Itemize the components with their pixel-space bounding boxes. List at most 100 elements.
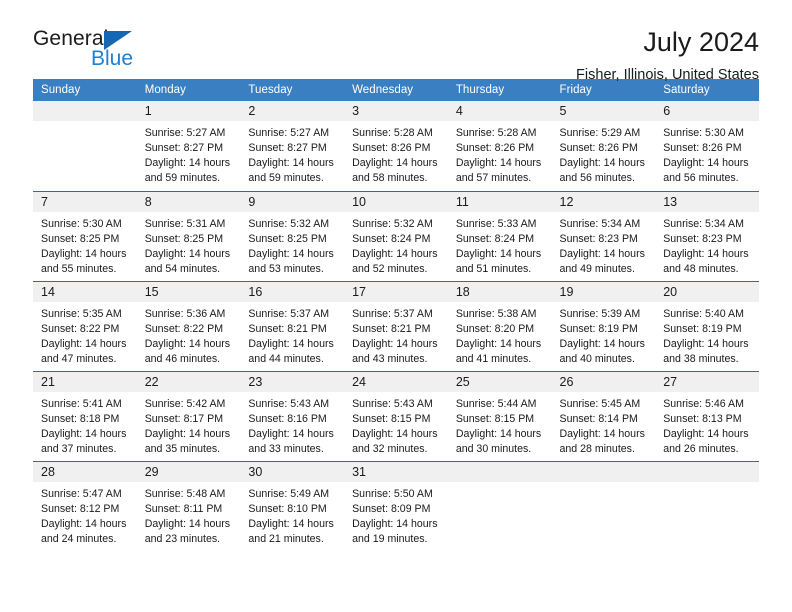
day-number: 13 [655, 191, 759, 212]
daylight-text: Daylight: 14 hours and 49 minutes. [559, 247, 645, 275]
calendar-cell-inner: 30 Sunrise: 5:49 AM Sunset: 8:10 PM Dayligh… [240, 461, 345, 552]
calendar-cell-inner: 13 Sunrise: 5:34 AM Sunset: 8:23 PM Dayligh… [655, 191, 759, 281]
day-number [447, 461, 552, 482]
calendar-day-cell[interactable]: 10 Sunrise: 5:32 AM Sunset: 8:24 PM Dayligh… [344, 190, 448, 281]
calendar-day-cell[interactable]: 23 Sunrise: 5:43 AM Sunset: 8:16 PM Dayligh… [240, 370, 345, 461]
calendar-cell-inner [551, 461, 656, 552]
calendar-day-cell[interactable]: 25 Sunrise: 5:44 AM Sunset: 8:15 PM Dayligh… [447, 370, 552, 461]
calendar-day-cell[interactable]: 6 Sunrise: 5:30 AM Sunset: 8:26 PM Daylight… [655, 101, 759, 191]
sunrise-text: Sunrise: 5:44 AM [455, 397, 537, 410]
sunset-text: Sunset: 8:19 PM [559, 322, 638, 335]
calendar-day-cell[interactable]: 19 Sunrise: 5:39 AM Sunset: 8:19 PM Dayligh… [551, 280, 656, 371]
calendar-day-cell[interactable]: 7 Sunrise: 5:30 AM Sunset: 8:25 PM Daylight… [33, 190, 137, 281]
calendar-day-cell[interactable]: 30 Sunrise: 5:49 AM Sunset: 8:10 PM Dayligh… [240, 460, 345, 552]
day-number: 17 [344, 281, 448, 302]
sunrise-text: Sunrise: 5:34 AM [663, 217, 744, 230]
calendar-cell-inner: 17 Sunrise: 5:37 AM Sunset: 8:21 PM Dayligh… [344, 281, 448, 371]
sunrise-text: Sunrise: 5:32 AM [352, 217, 433, 230]
page-header: General Blue July 2024 Fisher, Illinois,… [33, 0, 759, 84]
day-details: Sunrise: 5:35 AM Sunset: 8:22 PM Daylight:… [33, 302, 137, 367]
daylight-text: Daylight: 14 hours and 30 minutes. [455, 427, 542, 455]
day-number [551, 461, 656, 482]
calendar-day-cell[interactable]: 16 Sunrise: 5:37 AM Sunset: 8:21 PM Dayligh… [240, 280, 345, 371]
sunset-text: Sunset: 8:13 PM [663, 412, 742, 425]
day-details: Sunrise: 5:38 AM Sunset: 8:20 PM Daylight:… [448, 302, 552, 367]
calendar-day-cell[interactable]: 15 Sunrise: 5:36 AM Sunset: 8:22 PM Dayligh… [136, 280, 241, 371]
day-number: 7 [33, 191, 137, 212]
calendar-day-cell[interactable]: 1 Sunrise: 5:27 AM Sunset: 8:27 PM Daylight… [136, 101, 241, 191]
sunrise-text: Sunrise: 5:32 AM [248, 217, 330, 230]
day-details: Sunrise: 5:32 AM Sunset: 8:24 PM Daylight:… [344, 212, 448, 277]
daylight-text: Daylight: 14 hours and 38 minutes. [663, 337, 749, 365]
sunset-text: Sunset: 8:12 PM [41, 502, 120, 515]
daylight-text: Daylight: 14 hours and 35 minutes. [144, 427, 231, 455]
calendar-day-cell[interactable]: 22 Sunrise: 5:42 AM Sunset: 8:17 PM Dayligh… [136, 370, 241, 461]
calendar-cell-inner: 12 Sunrise: 5:34 AM Sunset: 8:23 PM Dayligh… [551, 191, 656, 281]
sunset-text: Sunset: 8:25 PM [41, 232, 120, 245]
calendar-day-cell[interactable]: 18 Sunrise: 5:38 AM Sunset: 8:20 PM Dayligh… [447, 280, 552, 371]
day-details [448, 482, 552, 487]
calendar-cell-inner: 2 Sunrise: 5:27 AM Sunset: 8:27 PM Daylight… [240, 101, 345, 191]
sunset-text: Sunset: 8:21 PM [248, 322, 327, 335]
day-number: 18 [447, 281, 552, 302]
calendar-day-cell[interactable]: 20 Sunrise: 5:40 AM Sunset: 8:19 PM Dayligh… [655, 280, 759, 371]
calendar-day-cell[interactable]: 27 Sunrise: 5:46 AM Sunset: 8:13 PM Dayligh… [655, 370, 759, 461]
daylight-text: Daylight: 14 hours and 21 minutes. [248, 517, 334, 545]
day-number: 2 [240, 101, 345, 121]
calendar-day-cell[interactable]: 31 Sunrise: 5:50 AM Sunset: 8:09 PM Dayligh… [344, 460, 448, 551]
calendar-cell-inner: 11 Sunrise: 5:33 AM Sunset: 8:24 PM Dayligh… [447, 191, 552, 281]
calendar-day-cell[interactable]: 24 Sunrise: 5:43 AM Sunset: 8:15 PM Dayligh… [344, 370, 448, 461]
sunset-text: Sunset: 8:25 PM [248, 232, 327, 245]
sunset-text: Sunset: 8:24 PM [455, 232, 535, 245]
calendar-day-cell[interactable]: 5 Sunrise: 5:29 AM Sunset: 8:26 PM Daylight… [551, 101, 656, 191]
sunset-text: Sunset: 8:20 PM [455, 322, 535, 335]
sunrise-text: Sunrise: 5:33 AM [455, 217, 537, 230]
calendar-week-row: 14 Sunrise: 5:35 AM Sunset: 8:22 PM Dayligh… [33, 280, 759, 371]
calendar-day-cell[interactable]: 3 Sunrise: 5:28 AM Sunset: 8:26 PM Daylight… [344, 101, 448, 191]
sunset-text: Sunset: 8:17 PM [144, 412, 224, 425]
day-details: Sunrise: 5:43 AM Sunset: 8:16 PM Daylight:… [240, 392, 344, 457]
calendar-cell-inner: 3 Sunrise: 5:28 AM Sunset: 8:26 PM Daylight… [344, 101, 448, 191]
calendar-day-cell[interactable]: 14 Sunrise: 5:35 AM Sunset: 8:22 PM Dayligh… [33, 280, 137, 371]
calendar-day-cell[interactable]: 4 Sunrise: 5:28 AM Sunset: 8:26 PM Daylight… [447, 101, 552, 191]
daylight-text: Daylight: 14 hours and 23 minutes. [144, 517, 231, 545]
calendar-day-cell[interactable]: 9 Sunrise: 5:32 AM Sunset: 8:25 PM Daylight… [240, 190, 345, 281]
calendar-cell-empty [551, 460, 656, 552]
calendar-week-row: 1 Sunrise: 5:27 AM Sunset: 8:27 PM Daylight… [33, 101, 759, 191]
day-details [655, 482, 759, 487]
day-details: Sunrise: 5:49 AM Sunset: 8:10 PM Daylight:… [240, 482, 344, 547]
calendar-day-cell[interactable]: 2 Sunrise: 5:27 AM Sunset: 8:27 PM Daylight… [240, 101, 345, 191]
page-title: July 2024 [643, 27, 759, 57]
calendar-cell-inner: 25 Sunrise: 5:44 AM Sunset: 8:15 PM Dayligh… [447, 371, 552, 461]
daylight-text: Daylight: 14 hours and 44 minutes. [248, 337, 334, 365]
calendar-day-cell[interactable]: 21 Sunrise: 5:41 AM Sunset: 8:18 PM Dayligh… [33, 370, 137, 461]
day-number: 3 [344, 101, 448, 121]
daylight-text: Daylight: 14 hours and 53 minutes. [248, 247, 334, 275]
day-details: Sunrise: 5:27 AM Sunset: 8:27 PM Daylight:… [137, 121, 241, 186]
sunset-text: Sunset: 8:24 PM [352, 232, 431, 245]
sunrise-text: Sunrise: 5:27 AM [248, 127, 330, 139]
calendar-day-cell[interactable]: 26 Sunrise: 5:45 AM Sunset: 8:14 PM Dayligh… [551, 370, 656, 461]
calendar-cell-empty [655, 460, 759, 551]
day-details: Sunrise: 5:36 AM Sunset: 8:22 PM Daylight:… [137, 302, 241, 367]
calendar-day-cell[interactable]: 29 Sunrise: 5:48 AM Sunset: 8:11 PM Dayligh… [136, 460, 241, 551]
calendar-day-cell[interactable]: 28 Sunrise: 5:47 AM Sunset: 8:12 PM Dayligh… [33, 460, 137, 551]
page-subtitle: Fisher, Illinois, United States [576, 67, 759, 84]
day-details: Sunrise: 5:47 AM Sunset: 8:12 PM Daylight:… [33, 482, 137, 547]
daylight-text: Daylight: 14 hours and 33 minutes. [248, 427, 334, 455]
calendar-day-cell[interactable]: 12 Sunrise: 5:34 AM Sunset: 8:23 PM Dayligh… [551, 190, 656, 281]
sunset-text: Sunset: 8:23 PM [663, 232, 742, 245]
calendar-cell-inner [447, 461, 552, 552]
sunrise-text: Sunrise: 5:47 AM [41, 487, 122, 500]
calendar-day-cell[interactable]: 8 Sunrise: 5:31 AM Sunset: 8:25 PM Daylight… [136, 190, 241, 281]
calendar-cell-inner: 15 Sunrise: 5:36 AM Sunset: 8:22 PM Dayligh… [136, 281, 241, 371]
sunrise-text: Sunrise: 5:43 AM [248, 397, 330, 410]
calendar-day-cell[interactable]: 13 Sunrise: 5:34 AM Sunset: 8:23 PM Dayligh… [655, 190, 759, 281]
weekday-header-wednesday: Wednesday [344, 79, 448, 101]
day-details: Sunrise: 5:28 AM Sunset: 8:26 PM Daylight:… [448, 121, 552, 186]
day-details: Sunrise: 5:42 AM Sunset: 8:17 PM Daylight:… [137, 392, 241, 457]
calendar-day-cell[interactable]: 17 Sunrise: 5:37 AM Sunset: 8:21 PM Dayligh… [344, 280, 448, 371]
logo-text-blue: Blue [91, 47, 134, 70]
calendar-grid: Sunday Monday Tuesday Wednesday Thursday… [33, 79, 759, 551]
calendar-day-cell[interactable]: 11 Sunrise: 5:33 AM Sunset: 8:24 PM Dayligh… [447, 190, 552, 281]
